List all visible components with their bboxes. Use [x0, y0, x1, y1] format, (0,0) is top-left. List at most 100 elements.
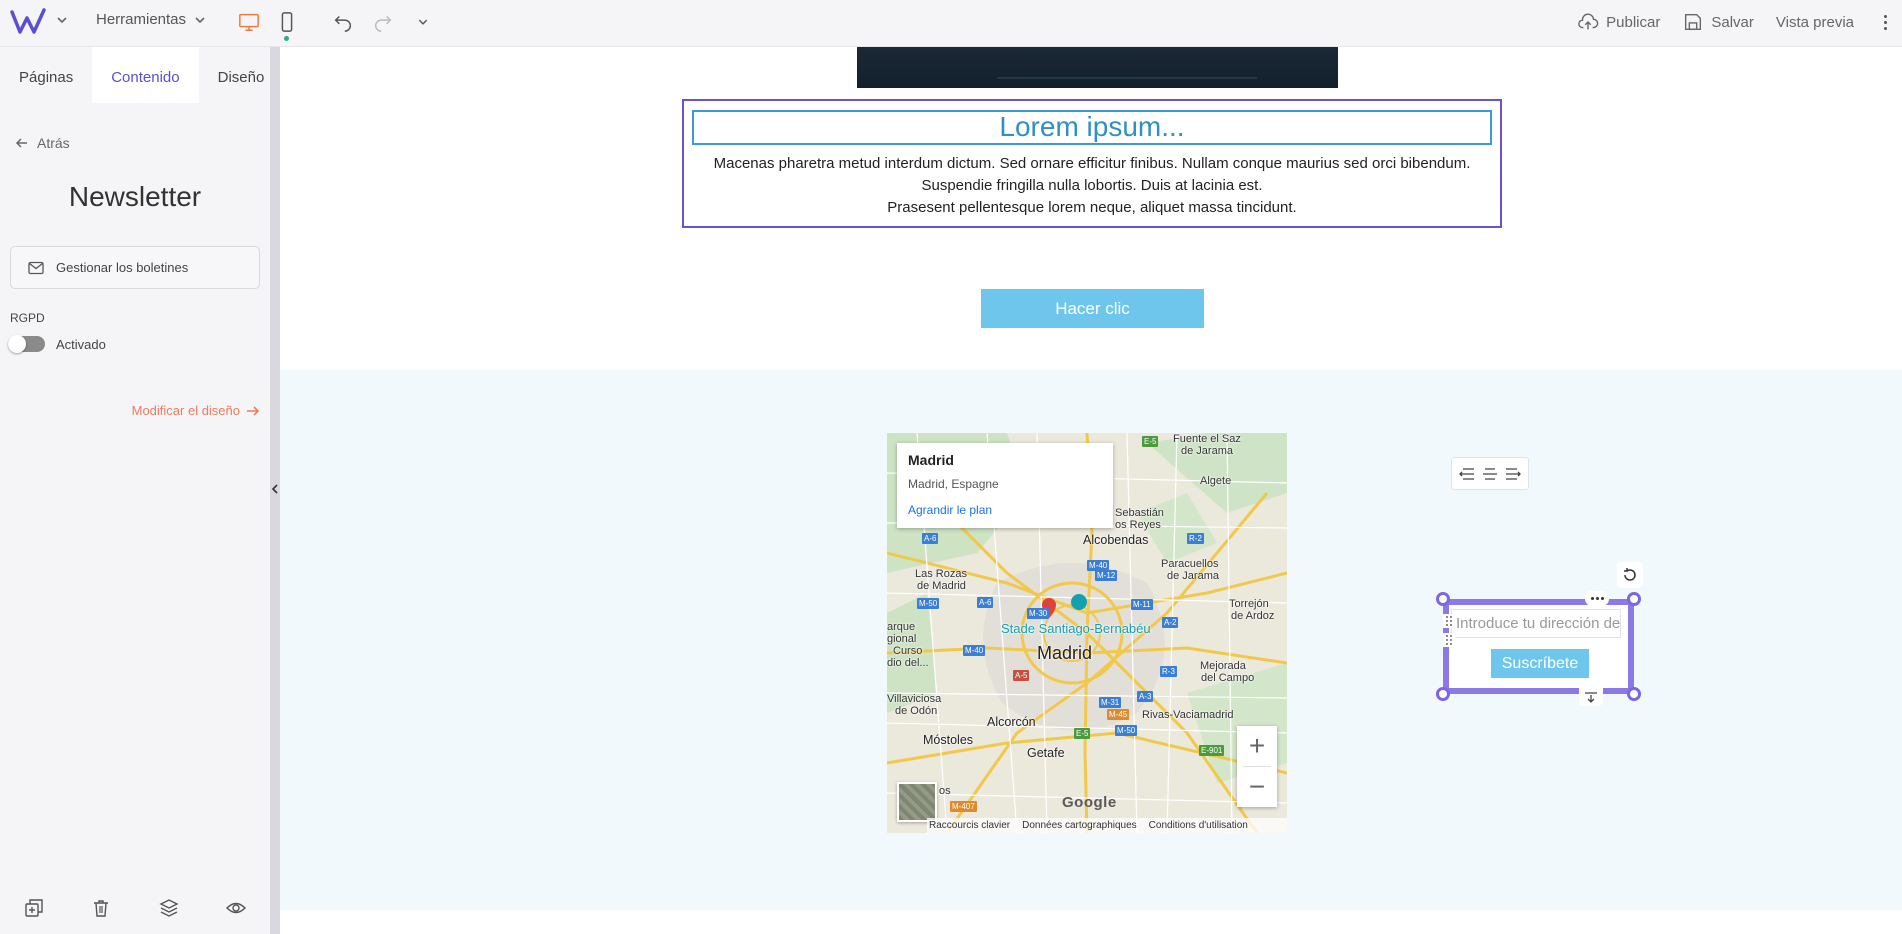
road-tag: E-5 [1074, 728, 1091, 739]
arrow-left-icon [15, 138, 27, 148]
chevron-down-icon [195, 16, 205, 23]
mobile-view-button[interactable] [274, 10, 300, 34]
resize-handle[interactable] [1627, 592, 1641, 606]
satellite-toggle[interactable] [897, 782, 937, 822]
rgpd-toggle[interactable] [8, 335, 45, 353]
enlarge-map-link[interactable]: Agrandir le plan [908, 503, 1102, 517]
resize-handle[interactable] [1436, 592, 1450, 606]
paragraph-line: Macenas pharetra metud interdum dictum. … [713, 155, 1471, 172]
map-label: de Jarama [1181, 445, 1233, 457]
heading-text[interactable]: Lorem ipsum... [692, 110, 1492, 145]
road-tag: A-2 [1162, 617, 1179, 628]
mail-icon [28, 261, 44, 274]
road-tag: M-45 [1107, 709, 1130, 720]
layers-button[interactable] [135, 896, 203, 920]
google-map[interactable]: Fuente el Saz de Jarama Algete Sebastián… [887, 433, 1287, 833]
save-icon [1685, 13, 1702, 31]
preview-label: Vista previa [1775, 13, 1854, 31]
save-button[interactable]: Salvar [1682, 11, 1754, 33]
more-menu-icon[interactable] [1876, 11, 1894, 33]
tools-menu[interactable]: Herramientas [96, 11, 206, 28]
map-label: Paracuellos [1161, 558, 1219, 570]
sidebar: Páginas Contenido Diseño Atrás Newslette… [0, 47, 270, 934]
trash-icon [94, 900, 109, 917]
cloud-upload-icon [1578, 13, 1599, 30]
terms-link[interactable]: Conditions d'utilisation [1149, 820, 1248, 831]
panel-title: Newsletter [68, 181, 202, 212]
page-canvas: Lorem ipsum... Macenas pharetra metud in… [280, 47, 1902, 934]
paragraph-line: Prasesent pellentesque lorem neque, aliq… [887, 199, 1297, 216]
manage-newsletters-label: Gestionar los boletines [56, 260, 189, 275]
resize-handle[interactable] [1627, 687, 1641, 701]
redo-button[interactable] [370, 10, 396, 34]
zoom-out-button[interactable]: − [1237, 767, 1277, 807]
align-center-icon[interactable] [1482, 467, 1498, 480]
eye-icon [226, 902, 247, 914]
resize-handle[interactable] [1436, 687, 1450, 701]
map-label: Móstoles [923, 733, 974, 747]
publish-button[interactable]: Publicar [1577, 11, 1660, 33]
duplicate-button[interactable] [0, 896, 68, 920]
save-label: Salvar [1711, 13, 1754, 31]
map-center-label: Madrid [1037, 643, 1093, 663]
visibility-button[interactable] [203, 896, 271, 920]
map-label: del Campo [1201, 672, 1255, 684]
tab-content[interactable]: Contenido [92, 47, 199, 103]
spacing-handle[interactable] [1579, 688, 1603, 706]
map-label: os Reyes [1115, 519, 1161, 531]
paragraph-line: Suspendie fringilla nulla lobortis. Duis… [921, 177, 1263, 194]
paragraph-text[interactable]: Macenas pharetra metud interdum dictum. … [684, 153, 1500, 219]
more-options-icon[interactable] [1585, 591, 1609, 606]
back-button[interactable]: Atrás [15, 135, 70, 151]
map-data-link[interactable]: Données cartographiques [1022, 820, 1137, 831]
subscribe-button[interactable]: Suscríbete [1491, 649, 1589, 678]
mobile-icon [281, 12, 293, 32]
map-label: Getafe [1027, 746, 1065, 760]
preview-button[interactable]: Vista previa [1776, 14, 1854, 31]
road-tag: M-407 [950, 801, 977, 812]
email-input[interactable]: Introduce tu dirección de [1451, 609, 1621, 638]
chevron-down-icon [418, 19, 428, 25]
map-label: de Odón [895, 705, 938, 717]
map-label: dio del... [887, 657, 929, 669]
align-right-icon[interactable] [1505, 467, 1521, 480]
layers-icon [159, 899, 179, 917]
text-block[interactable]: Lorem ipsum... Macenas pharetra metud in… [682, 99, 1502, 228]
zoom-in-button[interactable]: + [1237, 726, 1277, 766]
undo-button[interactable] [330, 10, 356, 34]
road-tag: E-5 [1142, 436, 1159, 447]
chevron-left-icon [271, 484, 278, 494]
google-logo: Google [1062, 794, 1117, 811]
sidebar-splitter[interactable] [270, 47, 280, 934]
top-bar: Herramientas Publicar Salvar Vista previ… [0, 0, 1902, 47]
map-label: de Ardoz [1231, 610, 1275, 622]
manage-newsletters-button[interactable]: Gestionar los boletines [10, 246, 260, 289]
align-left-icon[interactable] [1459, 467, 1475, 480]
logo-icon[interactable] [10, 8, 48, 36]
modify-design-link[interactable]: Modificar el diseño [132, 403, 260, 418]
road-tag: R-2 [1187, 533, 1204, 544]
history-menu-button[interactable] [410, 10, 436, 34]
road-tag: A-6 [922, 533, 939, 544]
delete-button[interactable] [68, 896, 136, 920]
road-tag: A-5 [1013, 670, 1030, 681]
tools-label: Herramientas [96, 11, 187, 28]
undo-icon [334, 15, 351, 32]
drag-handle-icon[interactable] [1443, 633, 1455, 647]
map-label: de Madrid [917, 580, 966, 592]
active-dot [284, 36, 289, 41]
map-label: os [939, 785, 951, 797]
map-label: Curso [893, 645, 923, 657]
tab-pages[interactable]: Páginas [0, 47, 92, 103]
chevron-down-icon[interactable] [55, 13, 69, 27]
hero-image[interactable] [857, 47, 1338, 88]
keyboard-shortcuts-link[interactable]: Raccourcis clavier [929, 820, 1010, 831]
modify-design-label: Modificar el diseño [131, 403, 240, 418]
road-tag: M-30 [1027, 608, 1050, 619]
reset-button[interactable] [1617, 562, 1643, 588]
desktop-view-button[interactable] [236, 10, 262, 34]
cta-button[interactable]: Hacer clic [981, 289, 1204, 328]
map-label: Fuente el Saz [1173, 433, 1241, 445]
drag-handle-icon[interactable] [1443, 614, 1455, 628]
road-tag: M-11 [1131, 599, 1153, 610]
